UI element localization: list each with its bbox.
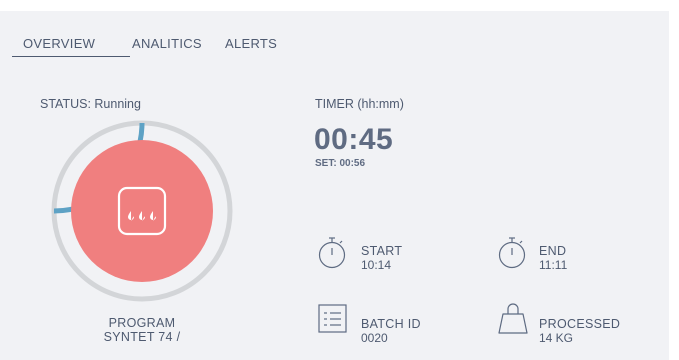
- start-value: 10:14: [361, 258, 392, 272]
- stopwatch-icon: [318, 237, 346, 269]
- program-gauge: [48, 117, 236, 305]
- top-margin: [0, 0, 679, 11]
- program-name: SYNTET 74 /: [103, 330, 181, 344]
- list-icon: [318, 304, 347, 333]
- start-title: START: [361, 244, 403, 258]
- tab-overview[interactable]: OVERVIEW: [23, 36, 95, 51]
- tab-alerts[interactable]: ALERTS: [225, 36, 277, 51]
- processed-value: 14 KG: [539, 331, 574, 345]
- end-value: 11:11: [539, 258, 568, 272]
- tab-analitics[interactable]: ANALITICS: [132, 36, 202, 51]
- right-margin: [669, 0, 679, 360]
- timer-set: SET: 00:56: [315, 158, 366, 169]
- weight-icon: [498, 303, 528, 334]
- active-tab-indicator: [12, 56, 130, 57]
- status-label: STATUS: Running: [40, 97, 141, 111]
- batch-title: BATCH ID: [361, 317, 421, 331]
- stopwatch-icon: [498, 237, 526, 269]
- end-title: END: [539, 244, 567, 258]
- processed-title: PROCESSED: [539, 317, 621, 331]
- batch-value: 0020: [361, 331, 388, 345]
- program-label: PROGRAM: [108, 316, 176, 330]
- timer-label: TIMER (hh:mm): [315, 97, 404, 111]
- gauge-svg: [51, 120, 233, 302]
- timer-value: 00:45: [314, 123, 394, 156]
